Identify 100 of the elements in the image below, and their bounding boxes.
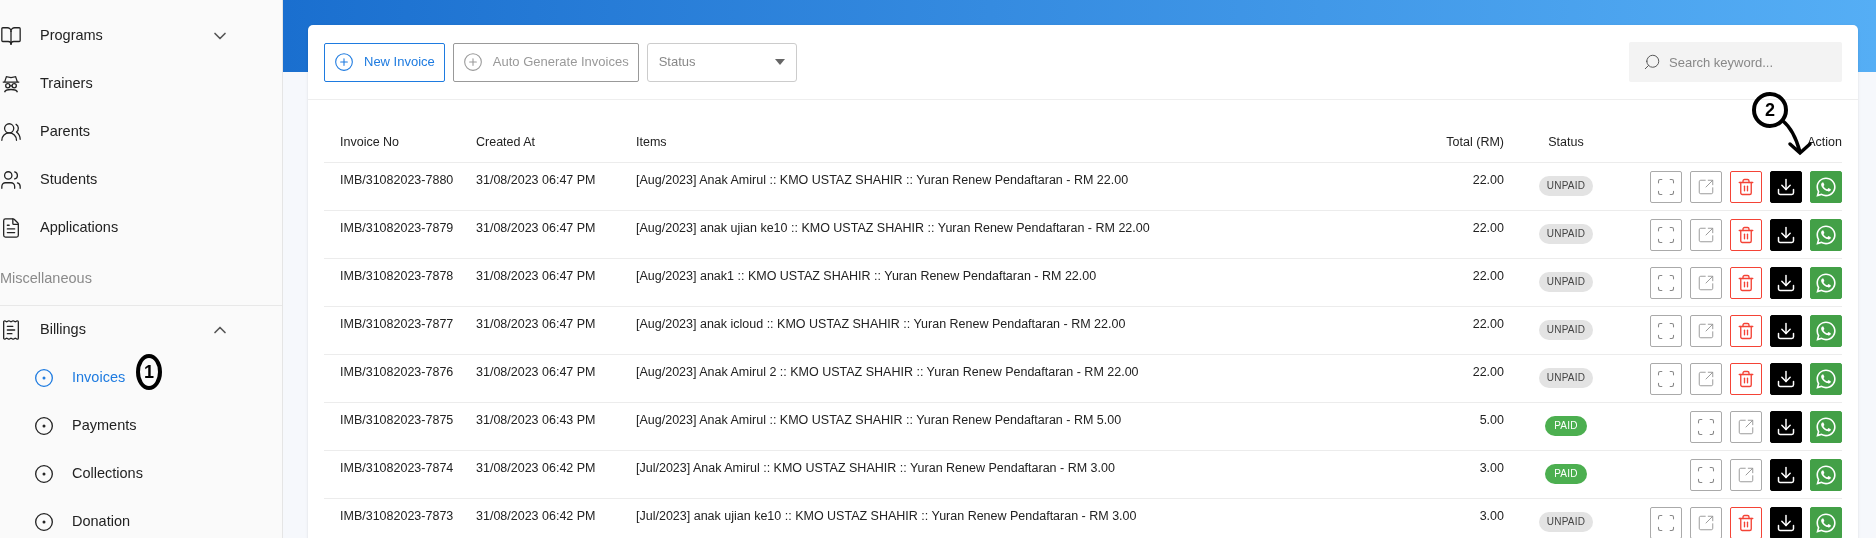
sidebar-item[interactable]: Parents (0, 108, 282, 156)
download-icon (1776, 513, 1796, 533)
delete-button[interactable] (1730, 315, 1762, 347)
download-button[interactable] (1770, 507, 1802, 538)
delete-button[interactable] (1730, 219, 1762, 251)
column-header: Invoice No (339, 134, 401, 152)
download-button[interactable] (1770, 315, 1802, 347)
whatsapp-button[interactable] (1810, 507, 1842, 538)
whatsapp-button[interactable] (1810, 411, 1842, 443)
table-cell-text: 22.00 (1471, 316, 1504, 333)
sidebar-item[interactable]: Programs (0, 12, 282, 60)
download-button[interactable] (1770, 219, 1802, 251)
plus-circle-icon (334, 52, 354, 72)
whatsapp-button[interactable] (1810, 315, 1842, 347)
status-select[interactable]: Status (646, 42, 797, 82)
trash-icon (1737, 514, 1755, 532)
table-cell-text: 31/08/2023 06:42 PM (476, 460, 597, 477)
delete-button[interactable] (1730, 507, 1762, 538)
table-cell-text: IMB/31082023-7876 (339, 364, 455, 381)
whatsapp-button[interactable] (1810, 219, 1842, 251)
table-cell-text: IMB/31082023-7877 (339, 316, 455, 333)
trash-icon (1737, 226, 1755, 244)
spy-icon (0, 73, 22, 95)
expand-button[interactable] (1690, 459, 1722, 491)
document-icon (0, 217, 22, 239)
download-icon (1776, 177, 1796, 197)
receipt-icon (0, 319, 22, 341)
sidebar-item[interactable]: Applications (0, 204, 282, 252)
delete-button[interactable] (1730, 267, 1762, 299)
download-icon (1776, 465, 1796, 485)
table-cell-text: 31/08/2023 06:47 PM (476, 220, 597, 237)
open-link-button[interactable] (1690, 315, 1722, 347)
expand-button[interactable] (1650, 315, 1682, 347)
column-header: Total (RM) (1445, 134, 1504, 152)
new-invoice-button[interactable]: New Invoice (324, 42, 445, 82)
table-cell-text: IMB/31082023-7874 (339, 460, 455, 477)
expand-button[interactable] (1650, 171, 1682, 203)
download-button[interactable] (1770, 411, 1802, 443)
table-cell-text: 31/08/2023 06:47 PM (476, 364, 597, 381)
download-button[interactable] (1770, 171, 1802, 203)
table-cell-text: [Aug/2023] anak1 :: KMO USTAZ SHAHIR :: Yuran Renew Pendaftaran - RM 22.00 (636, 268, 1098, 285)
status-badge: UNPAID (1538, 224, 1594, 244)
external-link-icon (1697, 274, 1715, 292)
trash-icon (1737, 274, 1755, 292)
search-field[interactable]: Search keyword... (1629, 42, 1842, 82)
whatsapp-button[interactable] (1810, 267, 1842, 299)
chat-bubble-icon (1815, 368, 1837, 390)
search-icon (1643, 53, 1661, 71)
table-cell-text: [Jul/2023] Anak Amirul :: KMO USTAZ SHAHIR :: Yuran Renew Pendaftaran - RM 3.00 (636, 460, 1116, 477)
table-cell-text: [Aug/2023] Anak Amirul 2 :: KMO USTAZ SHAHIR :: Yuran Renew Pendaftaran - RM 22.00 (636, 364, 1140, 381)
circled-number-annotation: 2 (1752, 92, 1788, 128)
whatsapp-button[interactable] (1810, 459, 1842, 491)
expand-icon (1696, 465, 1716, 485)
whatsapp-button[interactable] (1810, 171, 1842, 203)
download-icon (1776, 225, 1796, 245)
open-link-button[interactable] (1730, 459, 1762, 491)
open-link-button[interactable] (1690, 267, 1722, 299)
table-cell-text: IMB/31082023-7880 (339, 172, 455, 189)
expand-button[interactable] (1690, 411, 1722, 443)
expand-icon (1656, 225, 1676, 245)
open-link-button[interactable] (1730, 411, 1762, 443)
whatsapp-button[interactable] (1810, 363, 1842, 395)
expand-button[interactable] (1650, 267, 1682, 299)
table-cell-text: 31/08/2023 06:43 PM (476, 412, 597, 429)
download-button[interactable] (1770, 267, 1802, 299)
download-button[interactable] (1770, 363, 1802, 395)
download-icon (1776, 321, 1796, 341)
table-cell-text: IMB/31082023-7875 (339, 412, 455, 429)
table-cell-text: [Aug/2023] Anak Amirul :: KMO USTAZ SHAHIR :: Yuran Renew Pendaftaran - RM 22.00 (636, 172, 1130, 189)
open-link-button[interactable] (1690, 507, 1722, 538)
download-icon (1776, 369, 1796, 389)
table-cell-text: 22.00 (1471, 220, 1504, 237)
table-cell-text: 5.00 (1478, 412, 1504, 429)
expand-button[interactable] (1650, 507, 1682, 538)
table-cell-text: 22.00 (1471, 172, 1504, 189)
submenu-item[interactable]: Payments (34, 415, 137, 437)
submenu-item[interactable]: Donation (34, 511, 131, 533)
column-header: Items (636, 134, 668, 152)
plus-circle-icon (462, 52, 483, 72)
open-link-button[interactable] (1690, 363, 1722, 395)
delete-button[interactable] (1730, 363, 1762, 395)
chat-bubble-icon (1815, 512, 1837, 534)
open-link-button[interactable] (1690, 171, 1722, 203)
submenu-item[interactable]: Invoices (34, 367, 126, 389)
sidebar-item[interactable]: Students (0, 156, 282, 204)
delete-button[interactable] (1730, 171, 1762, 203)
open-link-button[interactable] (1690, 219, 1722, 251)
sidebar-item[interactable]: Billings (0, 306, 282, 354)
section-label: Miscellaneous (0, 268, 92, 288)
column-header: Action (1807, 134, 1842, 152)
table-cell-text: 31/08/2023 06:47 PM (476, 316, 597, 333)
sidebar-item[interactable]: Trainers (0, 60, 282, 108)
expand-icon (1656, 177, 1676, 197)
table-cell-text: [Aug/2023] Anak Amirul :: KMO USTAZ SHAHIR :: Yuran Renew Pendaftaran - RM 5.00 (636, 412, 1123, 429)
download-button[interactable] (1770, 459, 1802, 491)
expand-button[interactable] (1650, 219, 1682, 251)
expand-button[interactable] (1650, 363, 1682, 395)
dropdown-caret-icon (774, 59, 785, 65)
submenu-item[interactable]: Collections (34, 463, 143, 485)
table-cell-text: IMB/31082023-7878 (339, 268, 455, 285)
